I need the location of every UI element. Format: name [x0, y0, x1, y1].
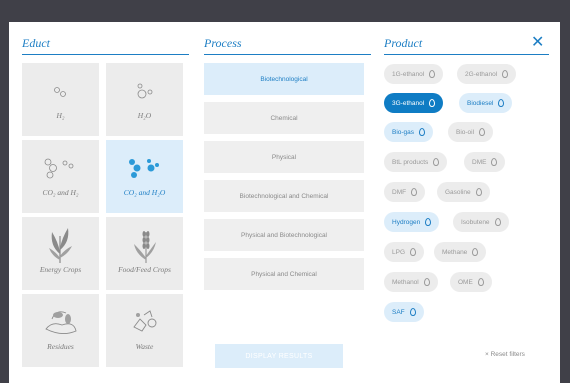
educt-label: Waste: [135, 342, 154, 351]
product-label: OME: [458, 278, 473, 286]
top-frame-band: [0, 0, 570, 22]
product-label: Methane: [442, 248, 468, 256]
process-physical[interactable]: Physical: [204, 141, 364, 173]
product-label: 1G-ethanol: [392, 70, 425, 78]
process-physical-and-biotechnological[interactable]: Physical and Biotechnological: [204, 219, 364, 251]
product-pill-methanol[interactable]: Methanol: [384, 272, 438, 292]
process-physical-and-chemical[interactable]: Physical and Chemical: [204, 258, 364, 290]
filter-panel: Educt Process Product ✕ H₂ H₂O CO₂ and H…: [9, 22, 560, 383]
process-chemical[interactable]: Chemical: [204, 102, 364, 134]
educt-heading: Educt: [22, 36, 50, 50]
educt-divider: [22, 54, 189, 55]
product-pill-bio-gas[interactable]: Bio-gas: [384, 122, 434, 142]
product-pill-dme[interactable]: DME: [464, 152, 506, 172]
waste-icon: [133, 310, 157, 332]
product-heading: Product: [384, 36, 423, 50]
display-results-button[interactable]: DISPLAY RESULTS: [215, 344, 343, 368]
drop-icon: [475, 188, 482, 196]
product-label: SAF: [392, 308, 405, 316]
product-label: Isobutene: [461, 218, 490, 226]
process-biotechnological-and-chemical[interactable]: Biotechnological and Chemical: [204, 180, 364, 212]
drop-icon: [411, 188, 418, 196]
h2-molecule-icon: [54, 87, 66, 97]
product-divider: [384, 54, 549, 55]
product-label: Bio-gas: [392, 128, 415, 136]
product-pill-lpg[interactable]: LPG: [384, 242, 425, 262]
product-pill-dmf[interactable]: DMF: [384, 182, 426, 202]
product-pill-btl-products[interactable]: BtL products: [384, 152, 448, 172]
educt-label: H₂: [56, 111, 65, 120]
product-label: Biodiesel: [467, 99, 494, 107]
educt-label: CO₂ and H₂O: [123, 188, 166, 197]
drop-icon: [433, 158, 440, 166]
product-label: DMF: [392, 188, 407, 196]
process-biotechnological[interactable]: Biotechnological: [204, 63, 364, 95]
product-pill-ome[interactable]: OME: [450, 272, 492, 292]
product-pill-methane[interactable]: Methane: [434, 242, 487, 262]
educt-tile-h2[interactable]: H₂: [22, 63, 99, 136]
co2-h2-molecule-icon: [44, 158, 74, 179]
reset-filters-link[interactable]: × Reset filters: [485, 351, 525, 358]
drop-icon: [498, 99, 505, 107]
educt-tile-energy-crops[interactable]: Energy Crops: [22, 217, 99, 290]
product-pill-hydrogen[interactable]: Hydrogen: [384, 212, 440, 232]
energy-crops-icon: [49, 228, 72, 263]
educt-tile-co2-h2[interactable]: CO₂ and H₂: [22, 140, 99, 213]
food-feed-crops-icon: [134, 231, 156, 263]
product-label: Methanol: [392, 278, 419, 286]
product-label: LPG: [392, 248, 406, 256]
drop-icon: [479, 128, 486, 136]
educt-tile-co2-h2o[interactable]: CO₂ and H₂O: [106, 140, 183, 213]
drop-icon: [425, 218, 432, 226]
process-divider: [204, 54, 371, 55]
product-pill-1g-ethanol[interactable]: 1G-ethanol: [384, 64, 444, 84]
co2-h2o-molecule-icon: [129, 159, 159, 178]
product-label: 2G-ethanol: [465, 70, 498, 78]
product-label: 3G-ethanol: [392, 99, 425, 107]
drop-icon: [494, 218, 501, 226]
educt-tile-food-feed-crops[interactable]: Food/Feed Crops: [106, 217, 183, 290]
product-pill-gasoline[interactable]: Gasoline: [437, 182, 490, 202]
drop-icon: [429, 99, 436, 107]
drop-icon: [429, 70, 436, 78]
product-label: Gasoline: [445, 188, 471, 196]
educt-label: Food/Feed Crops: [118, 265, 171, 274]
drop-icon: [410, 248, 417, 256]
educt-label: Residues: [47, 342, 74, 351]
educt-tile-waste[interactable]: Waste: [106, 294, 183, 367]
product-label: DME: [472, 158, 487, 166]
drop-icon: [477, 278, 484, 286]
educt-tile-residues[interactable]: Residues: [22, 294, 99, 367]
educt-label: Energy Crops: [39, 265, 82, 274]
drop-icon: [472, 248, 479, 256]
product-pill-bio-oil[interactable]: Bio-oil: [448, 122, 494, 142]
process-heading: Process: [204, 36, 242, 50]
product-pill-saf[interactable]: SAF: [384, 302, 424, 322]
residues-icon: [45, 311, 77, 334]
close-icon[interactable]: ✕: [531, 32, 544, 52]
product-pill-3g-ethanol[interactable]: 3G-ethanol: [384, 93, 444, 113]
drop-icon: [419, 128, 426, 136]
drop-icon: [423, 278, 430, 286]
drop-icon: [502, 70, 509, 78]
educt-tile-h2o[interactable]: H₂O: [106, 63, 183, 136]
product-label: BtL products: [392, 158, 429, 166]
educt-label: CO₂ and H₂: [42, 188, 79, 197]
drop-icon: [491, 158, 498, 166]
product-label: Bio-oil: [456, 128, 475, 136]
h2o-molecule-icon: [137, 83, 153, 99]
product-pill-isobutene[interactable]: Isobutene: [453, 212, 509, 232]
product-label: Hydrogen: [392, 218, 421, 226]
product-pill-biodiesel[interactable]: Biodiesel: [459, 93, 513, 113]
product-pill-2g-ethanol[interactable]: 2G-ethanol: [457, 64, 517, 84]
drop-icon: [409, 308, 416, 316]
educt-label: H₂O: [137, 111, 152, 120]
